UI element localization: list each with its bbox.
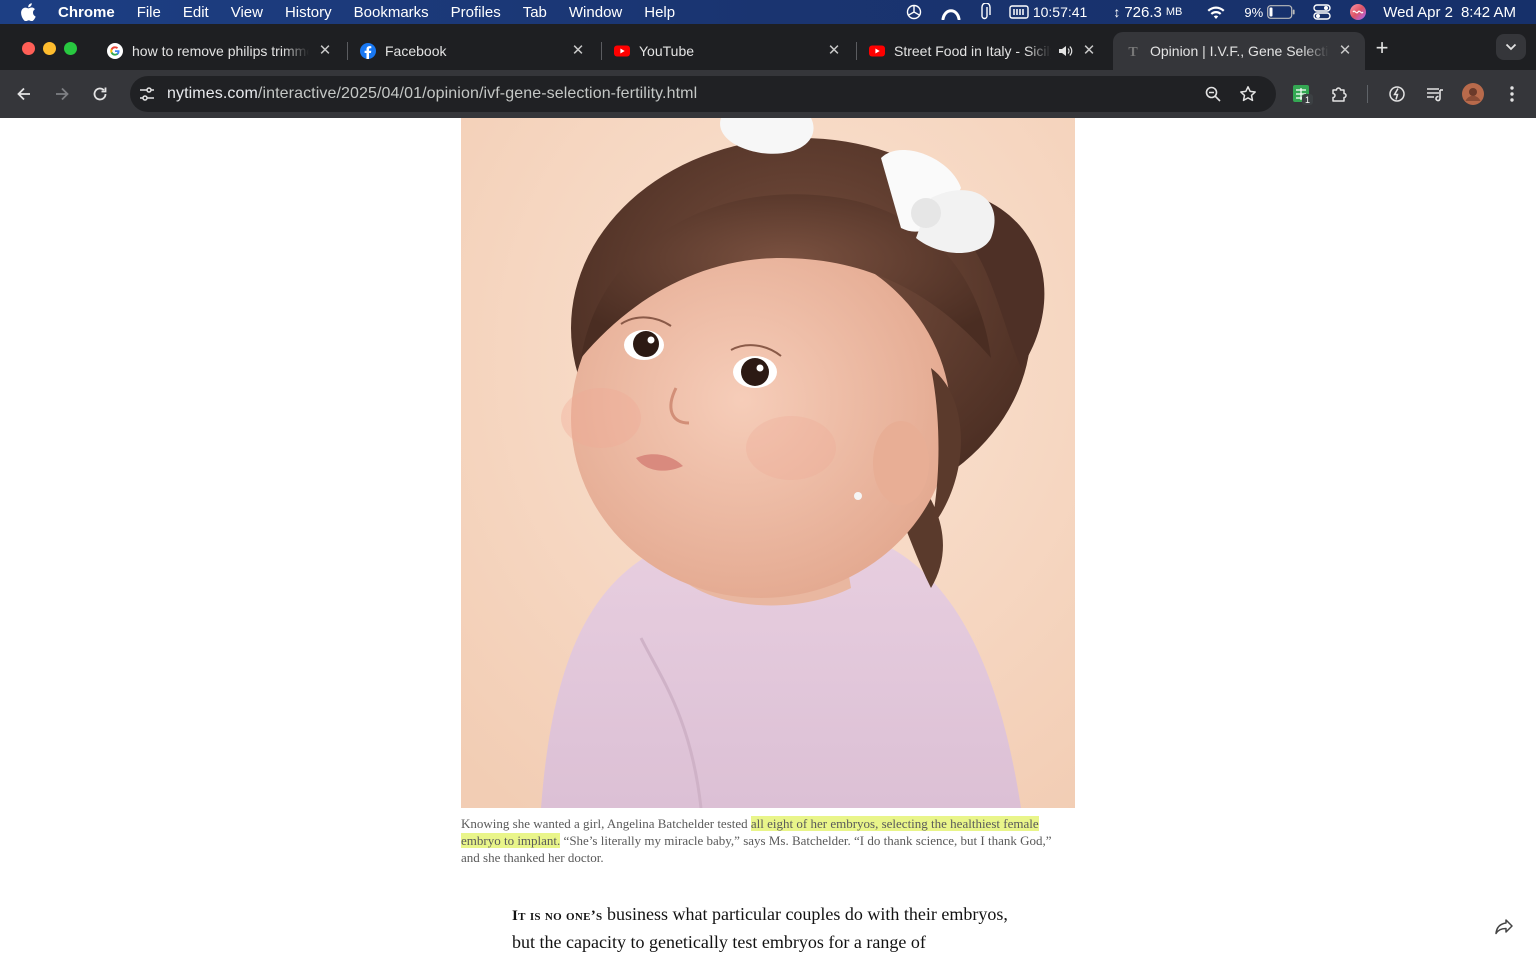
puzzle-piece-icon — [1332, 87, 1347, 102]
browser-toolbar: nytimes.com/interactive/2025/04/01/opini… — [0, 70, 1536, 118]
google-icon — [107, 43, 123, 59]
battery-status[interactable]: 9% — [1244, 5, 1295, 20]
paperclip-icon[interactable] — [979, 3, 991, 21]
macos-menu-bar: Chrome File Edit View History Bookmarks … — [0, 0, 1536, 24]
battery-percent: 9% — [1244, 4, 1264, 20]
toolbar-divider — [1367, 85, 1368, 103]
tab-strip: how to remove philips trimme ✕ Facebook … — [0, 24, 1536, 70]
forward-arrow-icon — [56, 87, 69, 101]
memory-unit: MB — [1165, 6, 1183, 18]
share-arrow-icon — [1495, 919, 1513, 935]
menu-profiles[interactable]: Profiles — [451, 4, 501, 21]
menu-edit[interactable]: Edit — [183, 4, 209, 21]
apple-icon[interactable] — [20, 3, 36, 21]
siri-icon[interactable] — [1349, 3, 1367, 21]
window-controls — [22, 42, 77, 55]
openai-icon[interactable] — [905, 3, 923, 21]
memory-value: 726.3 — [1124, 3, 1162, 21]
tab-facebook[interactable]: Facebook ✕ — [348, 32, 598, 70]
timer-status[interactable]: 10:57:41 — [1009, 4, 1088, 20]
web-page: Knowing she wanted a girl, Angelina Batc… — [0, 118, 1536, 960]
back-arrow-icon — [17, 87, 30, 101]
profile-avatar-button[interactable] — [1461, 82, 1485, 106]
close-tab-icon[interactable]: ✕ — [1337, 43, 1353, 59]
timer-value: 10:57:41 — [1032, 4, 1088, 20]
menu-file[interactable]: File — [137, 4, 161, 21]
facebook-icon — [360, 43, 376, 59]
clock-date[interactable]: Wed Apr 2 — [1383, 4, 1453, 21]
youtube-icon — [869, 45, 885, 57]
menu-bar-status-area: 10:57:41 ↕ 726.3 MB 9% Wed Apr 2 8:42 AM — [887, 0, 1516, 24]
tab-street-food-italy[interactable]: Street Food in Italy - Sicily ✕ — [857, 32, 1109, 70]
extension-badge: 1 — [1305, 95, 1310, 105]
baby-portrait-image — [461, 118, 1075, 808]
lightning-leaf-icon — [1389, 86, 1405, 102]
reload-icon — [93, 87, 107, 101]
chrome-menu-button[interactable] — [1500, 82, 1524, 106]
performance-button[interactable] — [1385, 82, 1409, 106]
close-tab-icon[interactable]: ✕ — [570, 43, 586, 59]
svg-text:T: T — [1128, 45, 1138, 59]
menu-chrome[interactable]: Chrome — [58, 4, 115, 21]
three-dots-vertical-icon — [1510, 86, 1514, 102]
arc-icon[interactable] — [941, 4, 961, 20]
article-body-paragraph: It is no one’s business what particular … — [512, 901, 1022, 960]
menu-tab[interactable]: Tab — [523, 4, 547, 21]
share-button[interactable] — [1493, 916, 1517, 940]
tab-title: Street Food in Italy - Sicily — [894, 43, 1051, 59]
tab-title: YouTube — [639, 43, 695, 59]
spreadsheet-extension-icon: 1 — [1293, 85, 1313, 105]
zoom-window-button[interactable] — [64, 42, 77, 55]
site-info-icon[interactable] — [138, 85, 156, 103]
media-controls-button[interactable] — [1423, 82, 1447, 106]
tab-google-search[interactable]: how to remove philips trimme ✕ — [95, 32, 345, 70]
forward-button[interactable] — [50, 82, 74, 106]
timer-icon — [1009, 5, 1029, 19]
memory-arrow-icon: ↕ — [1113, 4, 1121, 20]
url-path: /interactive/2025/04/01/opinion/ivf-gene… — [257, 85, 698, 102]
paragraph-lead-in: It is no one’s — [512, 908, 603, 924]
menu-history[interactable]: History — [285, 4, 332, 21]
back-button[interactable] — [12, 82, 36, 106]
tab-title: how to remove philips trimme — [132, 43, 309, 59]
close-tab-icon[interactable]: ✕ — [1081, 43, 1097, 59]
tab-title: Opinion | I.V.F., Gene Selectio — [1150, 43, 1329, 59]
speaker-icon[interactable] — [1057, 43, 1073, 59]
caption-text-start: Knowing she wanted a girl, Angelina Batc… — [461, 816, 751, 831]
tab-title: Facebook — [385, 43, 447, 59]
clock-time[interactable]: 8:42 AM — [1461, 4, 1516, 21]
url-text[interactable]: nytimes.com/interactive/2025/04/01/opini… — [167, 85, 697, 103]
tab-search-button[interactable] — [1496, 34, 1526, 60]
zoom-icon[interactable] — [1204, 85, 1222, 103]
menu-window[interactable]: Window — [569, 4, 622, 21]
tab-nyt-opinion[interactable]: T Opinion | I.V.F., Gene Selectio ✕ — [1113, 32, 1365, 70]
bookmark-star-icon[interactable] — [1239, 85, 1257, 103]
menu-bookmarks[interactable]: Bookmarks — [354, 4, 429, 21]
new-tab-button[interactable]: + — [1371, 37, 1393, 60]
control-center-icon[interactable] — [1313, 4, 1331, 20]
chevron-down-icon — [1505, 43, 1517, 51]
close-tab-icon[interactable]: ✕ — [826, 43, 842, 59]
wifi-icon[interactable] — [1206, 5, 1226, 20]
menu-view[interactable]: View — [231, 4, 263, 21]
extension-sheets-button[interactable]: 1 — [1290, 82, 1314, 106]
reload-button[interactable] — [88, 82, 112, 106]
address-bar[interactable]: nytimes.com/interactive/2025/04/01/opini… — [130, 76, 1276, 112]
photo-caption: Knowing she wanted a girl, Angelina Batc… — [461, 815, 1065, 866]
extensions-button[interactable] — [1328, 82, 1352, 106]
minimize-window-button[interactable] — [43, 42, 56, 55]
article-photo-baby-girl — [461, 118, 1075, 808]
tab-youtube[interactable]: YouTube ✕ — [602, 32, 854, 70]
nyt-icon: T — [1128, 45, 1138, 59]
url-domain: nytimes.com — [167, 85, 258, 102]
media-queue-icon — [1427, 88, 1443, 102]
memory-status[interactable]: ↕ 726.3 MB — [1113, 4, 1182, 21]
avatar — [1462, 83, 1484, 105]
close-window-button[interactable] — [22, 42, 35, 55]
youtube-icon — [614, 45, 630, 57]
menu-help[interactable]: Help — [644, 4, 675, 21]
close-tab-icon[interactable]: ✕ — [317, 43, 333, 59]
battery-icon — [1267, 5, 1295, 19]
